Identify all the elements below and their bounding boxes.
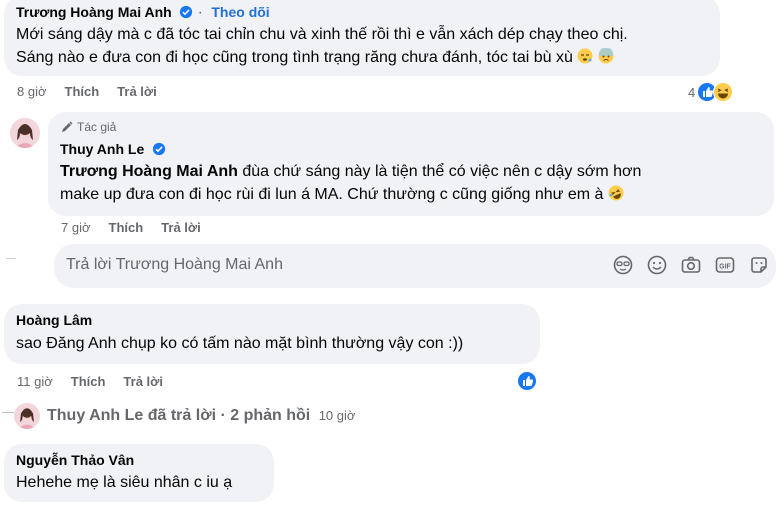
reply-input-tools: GIF xyxy=(612,254,770,276)
sticker-icon[interactable] xyxy=(748,254,770,276)
verified-badge-icon xyxy=(180,5,193,19)
comment-bubble-hoang-lam: Hoàng Lâm sao Đăng Anh chụp ko có tấm nà… xyxy=(4,304,540,364)
anxious-face-emoji-icon xyxy=(598,48,614,64)
like-reaction-icon xyxy=(517,371,537,391)
comment-actions: 8 giờ Thích Trả lời xyxy=(17,84,157,99)
follow-button[interactable]: Theo dõi xyxy=(211,4,269,20)
reaction-summary[interactable]: 4 xyxy=(688,82,734,102)
comment-author[interactable]: Hoàng Lâm xyxy=(16,312,92,328)
view-replies-link[interactable]: Thuy Anh Le đã trả lời · 2 phản hồi 10 g… xyxy=(47,407,355,425)
reply-input-placeholder[interactable]: Trả lời Trương Hoàng Mai Anh xyxy=(66,256,283,274)
like-button[interactable]: Thích xyxy=(109,220,144,235)
comment-bubble-nguyen-thao-van: Nguyễn Thảo Vân Hehehe mẹ là siêu nhân c… xyxy=(4,444,274,502)
reply-button[interactable]: Trả lời xyxy=(161,220,201,235)
comment-time[interactable]: 7 giờ xyxy=(61,220,91,235)
replies-summary-text[interactable]: Thuy Anh Le đã trả lời · 2 phản hồi xyxy=(47,407,310,424)
reply-button[interactable]: Trả lời xyxy=(117,84,157,99)
thread-connector xyxy=(6,258,16,259)
comment-text-line: Sáng nào e đưa con đi học cũng trong tìn… xyxy=(16,49,573,66)
mention-link[interactable]: Trương Hoàng Mai Anh xyxy=(60,163,238,180)
comment-author[interactable]: Nguyễn Thảo Vân xyxy=(16,452,134,468)
rofl-emoji-icon xyxy=(608,185,624,201)
comment-time[interactable]: 8 giờ xyxy=(17,84,47,99)
comment-text-line: sao Đăng Anh chụp ko có tấm nào mặt bình… xyxy=(16,335,464,352)
avatar-sticker-icon[interactable] xyxy=(612,254,634,276)
svg-text:GIF: GIF xyxy=(719,264,731,271)
haha-reaction-icon xyxy=(713,82,734,102)
reply-actions: 7 giờ Thích Trả lời xyxy=(61,220,201,235)
pencil-icon xyxy=(62,121,73,132)
reply-input-box[interactable]: Trả lời Trương Hoàng Mai Anh GIF xyxy=(54,244,776,288)
comment-text-line: make up đưa con đi học rùi đi lun á MA. … xyxy=(60,186,604,203)
replies-summary-time: 10 giờ xyxy=(318,408,356,423)
author-badge: Tác giả xyxy=(77,120,117,134)
reply-button[interactable]: Trả lời xyxy=(123,374,163,389)
comment-bubble-1: Trương Hoàng Mai Anh · Theo dõi Mới sáng… xyxy=(4,0,720,76)
verified-badge-icon xyxy=(152,142,165,156)
comment-author[interactable]: Thuy Anh Le xyxy=(60,141,144,157)
comment-actions: 11 giờ Thích Trả lời xyxy=(17,374,163,389)
comment-text-line: đùa chứ sáng này là tiện thể có việc nên… xyxy=(237,163,642,180)
reply-bubble-thuy-anh-le: Tác giả Thuy Anh Le Trương Hoàng Mai Anh… xyxy=(48,112,774,216)
reaction-summary[interactable] xyxy=(517,371,537,391)
comment-text-line: Mới sáng dậy mà c đã tóc tai chỉn chu và… xyxy=(16,26,628,43)
avatar-thuy-anh-le-small[interactable] xyxy=(14,403,40,429)
comment-author[interactable]: Trương Hoàng Mai Anh xyxy=(16,4,172,20)
comment-text-line: Hehehe mẹ là siêu nhân c iu ạ xyxy=(16,474,233,491)
gif-icon[interactable]: GIF xyxy=(714,254,736,276)
sleepy-face-emoji-icon xyxy=(577,48,593,64)
camera-icon[interactable] xyxy=(680,254,702,276)
thread-arrow-icon xyxy=(2,412,14,413)
like-button[interactable]: Thích xyxy=(71,374,106,389)
like-button[interactable]: Thích xyxy=(65,84,100,99)
emoji-icon[interactable] xyxy=(646,254,668,276)
reaction-count: 4 xyxy=(688,84,696,100)
comment-time[interactable]: 11 giờ xyxy=(17,374,53,389)
avatar-thuy-anh-le[interactable] xyxy=(10,118,40,148)
